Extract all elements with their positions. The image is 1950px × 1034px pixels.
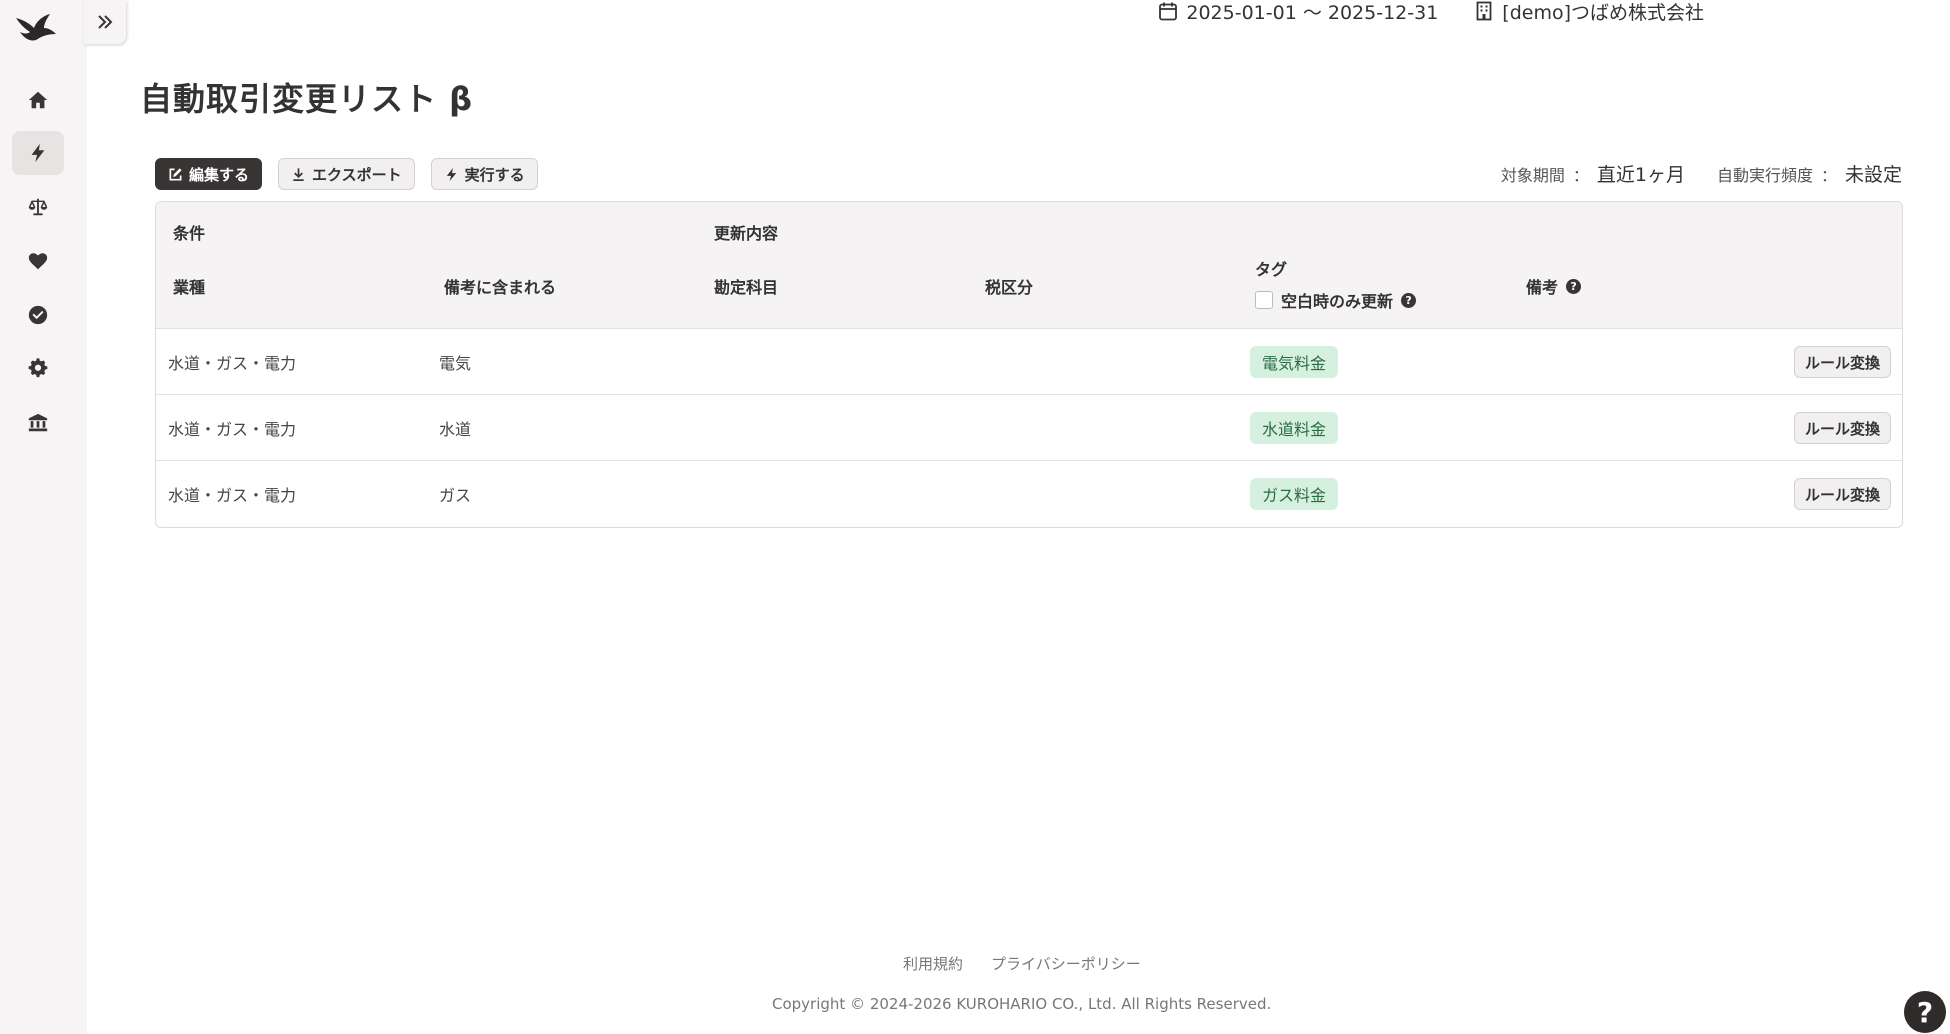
help-button[interactable]: ? [1904, 991, 1946, 1033]
frequency-setting[interactable]: 自動実行頻度 ： 未設定 [1717, 160, 1902, 187]
edit-button-label: 編集する [189, 165, 250, 184]
sidebar-item-balance[interactable] [12, 185, 64, 229]
page-title: 自動取引変更リスト β [140, 80, 474, 118]
rules-table: 条件 更新内容 業種 備考に含まれる 勘定科目 税区分 タグ 空白時のみ更新 ?… [155, 201, 1903, 528]
sidebar-item-favorites[interactable] [12, 239, 64, 283]
tag-badge: 電気料金 [1250, 346, 1339, 378]
rule-convert-button[interactable]: ルール変換 [1793, 412, 1891, 444]
run-button-label: 実行する [464, 165, 525, 184]
cell-industry: 水道・ガス・電力 [168, 354, 297, 373]
table-row: 水道・ガス・電力 ガス ガス料金 ルール変換 [156, 461, 1902, 527]
question-icon: ? [1916, 995, 1934, 1029]
lightning-icon [31, 143, 45, 163]
cell-industry: 水道・ガス・電力 [168, 486, 297, 505]
blank-only-checkbox[interactable] [1255, 291, 1273, 309]
tag-update-option: 空白時のみ更新 ? [1255, 288, 1417, 312]
company-name: [demo]つばめ株式会社 [1502, 1, 1704, 24]
scale-icon [28, 198, 48, 216]
edit-icon [169, 167, 182, 180]
separator: ： [1820, 166, 1837, 185]
cell-remark-contains: 水道 [439, 420, 472, 439]
execution-settings: 対象期間 ： 直近1ヶ月 自動実行頻度 ： 未設定 [1501, 160, 1902, 187]
sidebar-item-bank[interactable] [12, 401, 64, 445]
home-icon [28, 91, 48, 109]
bank-icon [28, 413, 48, 432]
gear-icon [28, 358, 48, 378]
topbar: 2025-01-01 〜 2025-12-31 [demo]つばめ株式会社 [1158, 0, 1704, 25]
separator: ： [1572, 166, 1589, 185]
building-icon [1476, 1, 1492, 21]
copyright: Copyright © 2024-2026 KUROHARIO CO., Ltd… [772, 995, 1272, 1013]
privacy-link[interactable]: プライバシーポリシー [991, 953, 1141, 974]
sidebar-item-home[interactable] [12, 78, 64, 122]
target-period-value: 直近1ヶ月 [1596, 164, 1685, 186]
calendar-icon [1159, 2, 1178, 21]
tag-badge: ガス料金 [1250, 478, 1339, 510]
sidebar [0, 0, 87, 1034]
period-selector[interactable]: 2025-01-01 〜 2025-12-31 [1158, 0, 1438, 25]
table-row: 水道・ガス・電力 電気 電気料金 ルール変換 [156, 329, 1902, 395]
sidebar-item-auto-rules[interactable] [12, 131, 64, 175]
footer-links: 利用規約 プライバシーポリシー [903, 953, 1141, 974]
double-chevron-right-icon [98, 15, 113, 29]
target-period-label: 対象期間 [1500, 166, 1565, 185]
sidebar-item-check[interactable] [12, 293, 64, 337]
swallow-bird-logo[interactable] [14, 10, 58, 46]
company-selector[interactable]: [demo]つばめ株式会社 [1474, 0, 1704, 25]
column-header-remark: 備考 ? [1526, 274, 1582, 298]
group-header-condition: 条件 [173, 224, 206, 243]
rule-convert-button[interactable]: ルール変換 [1793, 346, 1891, 378]
target-period-setting[interactable]: 対象期間 ： 直近1ヶ月 [1501, 160, 1685, 187]
toolbar: 編集する エクスポート 実行する [155, 158, 538, 190]
export-button[interactable]: エクスポート [278, 158, 415, 190]
cell-remark-contains: ガス [439, 486, 472, 505]
frequency-label: 自動実行頻度 [1716, 166, 1813, 185]
download-icon [293, 167, 304, 181]
blank-only-label: 空白時のみ更新 [1281, 292, 1394, 311]
help-icon[interactable]: ? [1566, 278, 1582, 294]
rule-convert-button[interactable]: ルール変換 [1793, 478, 1891, 510]
column-header-remark-contains: 備考に含まれる [444, 278, 557, 297]
sidebar-expand-button[interactable] [84, 0, 126, 44]
table-row: 水道・ガス・電力 水道 水道料金 ルール変換 [156, 395, 1902, 461]
column-header-account: 勘定科目 [714, 278, 779, 297]
column-header-tax: 税区分 [985, 278, 1034, 297]
check-circle-icon [28, 305, 48, 325]
sidebar-item-settings[interactable] [12, 347, 64, 391]
tag-badge: 水道料金 [1250, 412, 1339, 444]
column-header-industry: 業種 [173, 278, 206, 297]
remark-header-label: 備考 [1526, 278, 1559, 297]
cell-remark-contains: 電気 [439, 354, 472, 373]
terms-link[interactable]: 利用規約 [903, 953, 963, 974]
frequency-value: 未設定 [1844, 164, 1902, 186]
run-button[interactable]: 実行する [430, 158, 538, 190]
lightning-icon [446, 167, 456, 181]
group-header-update: 更新内容 [714, 224, 779, 243]
table-header: 条件 更新内容 業種 備考に含まれる 勘定科目 税区分 タグ 空白時のみ更新 ?… [156, 202, 1902, 329]
column-header-tag: タグ [1255, 260, 1288, 279]
heart-icon [28, 253, 48, 270]
cell-industry: 水道・ガス・電力 [168, 420, 297, 439]
help-icon[interactable]: ? [1401, 292, 1417, 308]
edit-button[interactable]: 編集する [155, 158, 263, 190]
period-text: 2025-01-01 〜 2025-12-31 [1186, 1, 1439, 24]
export-button-label: エクスポート [312, 165, 402, 184]
